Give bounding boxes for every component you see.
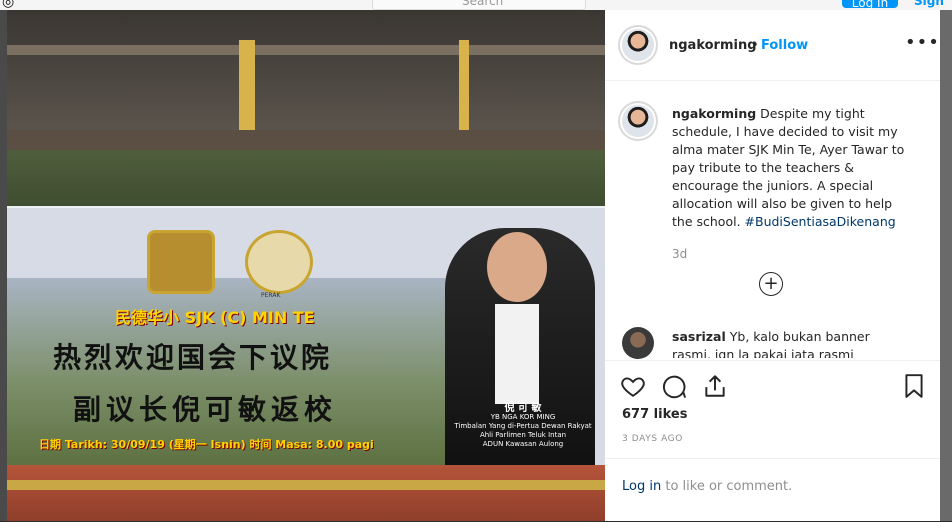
author-avatar[interactable] bbox=[622, 29, 654, 61]
login-link[interactable]: Log in bbox=[622, 479, 661, 494]
save-bookmark-icon[interactable] bbox=[901, 373, 927, 399]
post-header: ngakorming • Follow ••• bbox=[605, 10, 940, 81]
login-button[interactable]: Log In bbox=[842, 0, 898, 10]
event-date-time: 日期 Tarikh: 30/09/19 (星期一 Isnin) 时间 Masa:… bbox=[39, 438, 374, 451]
likes-count[interactable]: 677 likes bbox=[622, 407, 687, 422]
malaysia-coat-of-arms-icon bbox=[147, 230, 215, 294]
comment-username[interactable]: sasrizal bbox=[672, 329, 726, 344]
person-shirt bbox=[495, 304, 539, 404]
post-caption: ngakorming Despite my tight schedule, I … bbox=[672, 105, 912, 231]
comment-bubble-icon[interactable] bbox=[661, 373, 687, 399]
instagram-logo-icon[interactable]: ◎ bbox=[2, 0, 14, 10]
person-title-2: Ahli Parlimen Teluk Intan bbox=[479, 431, 567, 439]
caption-username[interactable]: ngakorming bbox=[672, 106, 756, 121]
login-suffix: to like or comment. bbox=[665, 479, 793, 494]
load-more-comments-icon[interactable]: + bbox=[759, 272, 783, 296]
school-banner: PERAK 民德华小 SJK (C) MIN TE 热烈欢迎国会下议院 副议长倪… bbox=[7, 206, 605, 468]
author-username[interactable]: ngakorming bbox=[669, 38, 757, 53]
school-title: 民德华小 SJK (C) MIN TE bbox=[115, 308, 315, 327]
caption-author-avatar[interactable] bbox=[622, 105, 654, 137]
roof-image-area bbox=[7, 10, 605, 130]
commenter-avatar[interactable] bbox=[622, 327, 654, 359]
posted-time: 3 DAYS AGO bbox=[622, 434, 683, 444]
login-prompt-text: Log in to like or comment. bbox=[622, 479, 792, 494]
caption-age: 3d bbox=[672, 247, 688, 261]
person-title-1: Timbalan Yang di-Pertua Dewan Rakyat bbox=[454, 422, 592, 430]
ground-area bbox=[7, 465, 605, 521]
share-icon[interactable] bbox=[702, 373, 728, 399]
like-heart-icon[interactable] bbox=[620, 373, 646, 399]
roof-edge bbox=[7, 130, 605, 152]
more-options-icon[interactable]: ••• bbox=[905, 32, 940, 53]
person-caption: 倪 可 敏 YB NGA KOR MING Timbalan Yang di-P… bbox=[453, 404, 593, 449]
post-actions-bar bbox=[605, 360, 940, 411]
crest-label: PERAK bbox=[261, 292, 281, 299]
comment-item: sasrizal Yb, kalo bukan banner rasmi, jg… bbox=[672, 328, 912, 358]
background-top-bar: ◎ Search Log In Sign bbox=[0, 0, 952, 10]
person-name-chinese: 倪 可 敏 bbox=[504, 403, 542, 414]
curb-stripe bbox=[7, 480, 605, 490]
post-photo[interactable]: PERAK 民德华小 SJK (C) MIN TE 热烈欢迎国会下议院 副议长倪… bbox=[7, 10, 605, 521]
person-title-3: ADUN Kawasan Aulong bbox=[482, 440, 564, 448]
post-details-panel: ngakorming • Follow ••• ngakorming Despi… bbox=[605, 10, 940, 521]
slogan-line-2: 副议长倪可敏返校 bbox=[73, 393, 338, 426]
header-separator: • bbox=[751, 38, 759, 53]
background-page-edge bbox=[940, 10, 952, 521]
follow-button[interactable]: Follow bbox=[761, 38, 808, 53]
person-face bbox=[487, 232, 547, 302]
perak-crest-icon bbox=[245, 230, 313, 294]
person-name: YB NGA KOR MING bbox=[490, 413, 556, 421]
caption-text: Despite my tight schedule, I have decide… bbox=[672, 106, 905, 229]
signup-link[interactable]: Sign bbox=[914, 0, 944, 8]
search-placeholder: Search bbox=[462, 0, 504, 8]
slogan-line-1: 热烈欢迎国会下议院 bbox=[53, 341, 333, 374]
roof-beam bbox=[7, 45, 605, 55]
caption-hashtag[interactable]: #BudiSentiasaDikenang bbox=[745, 214, 896, 229]
login-prompt: Log in to like or comment. bbox=[605, 458, 940, 522]
